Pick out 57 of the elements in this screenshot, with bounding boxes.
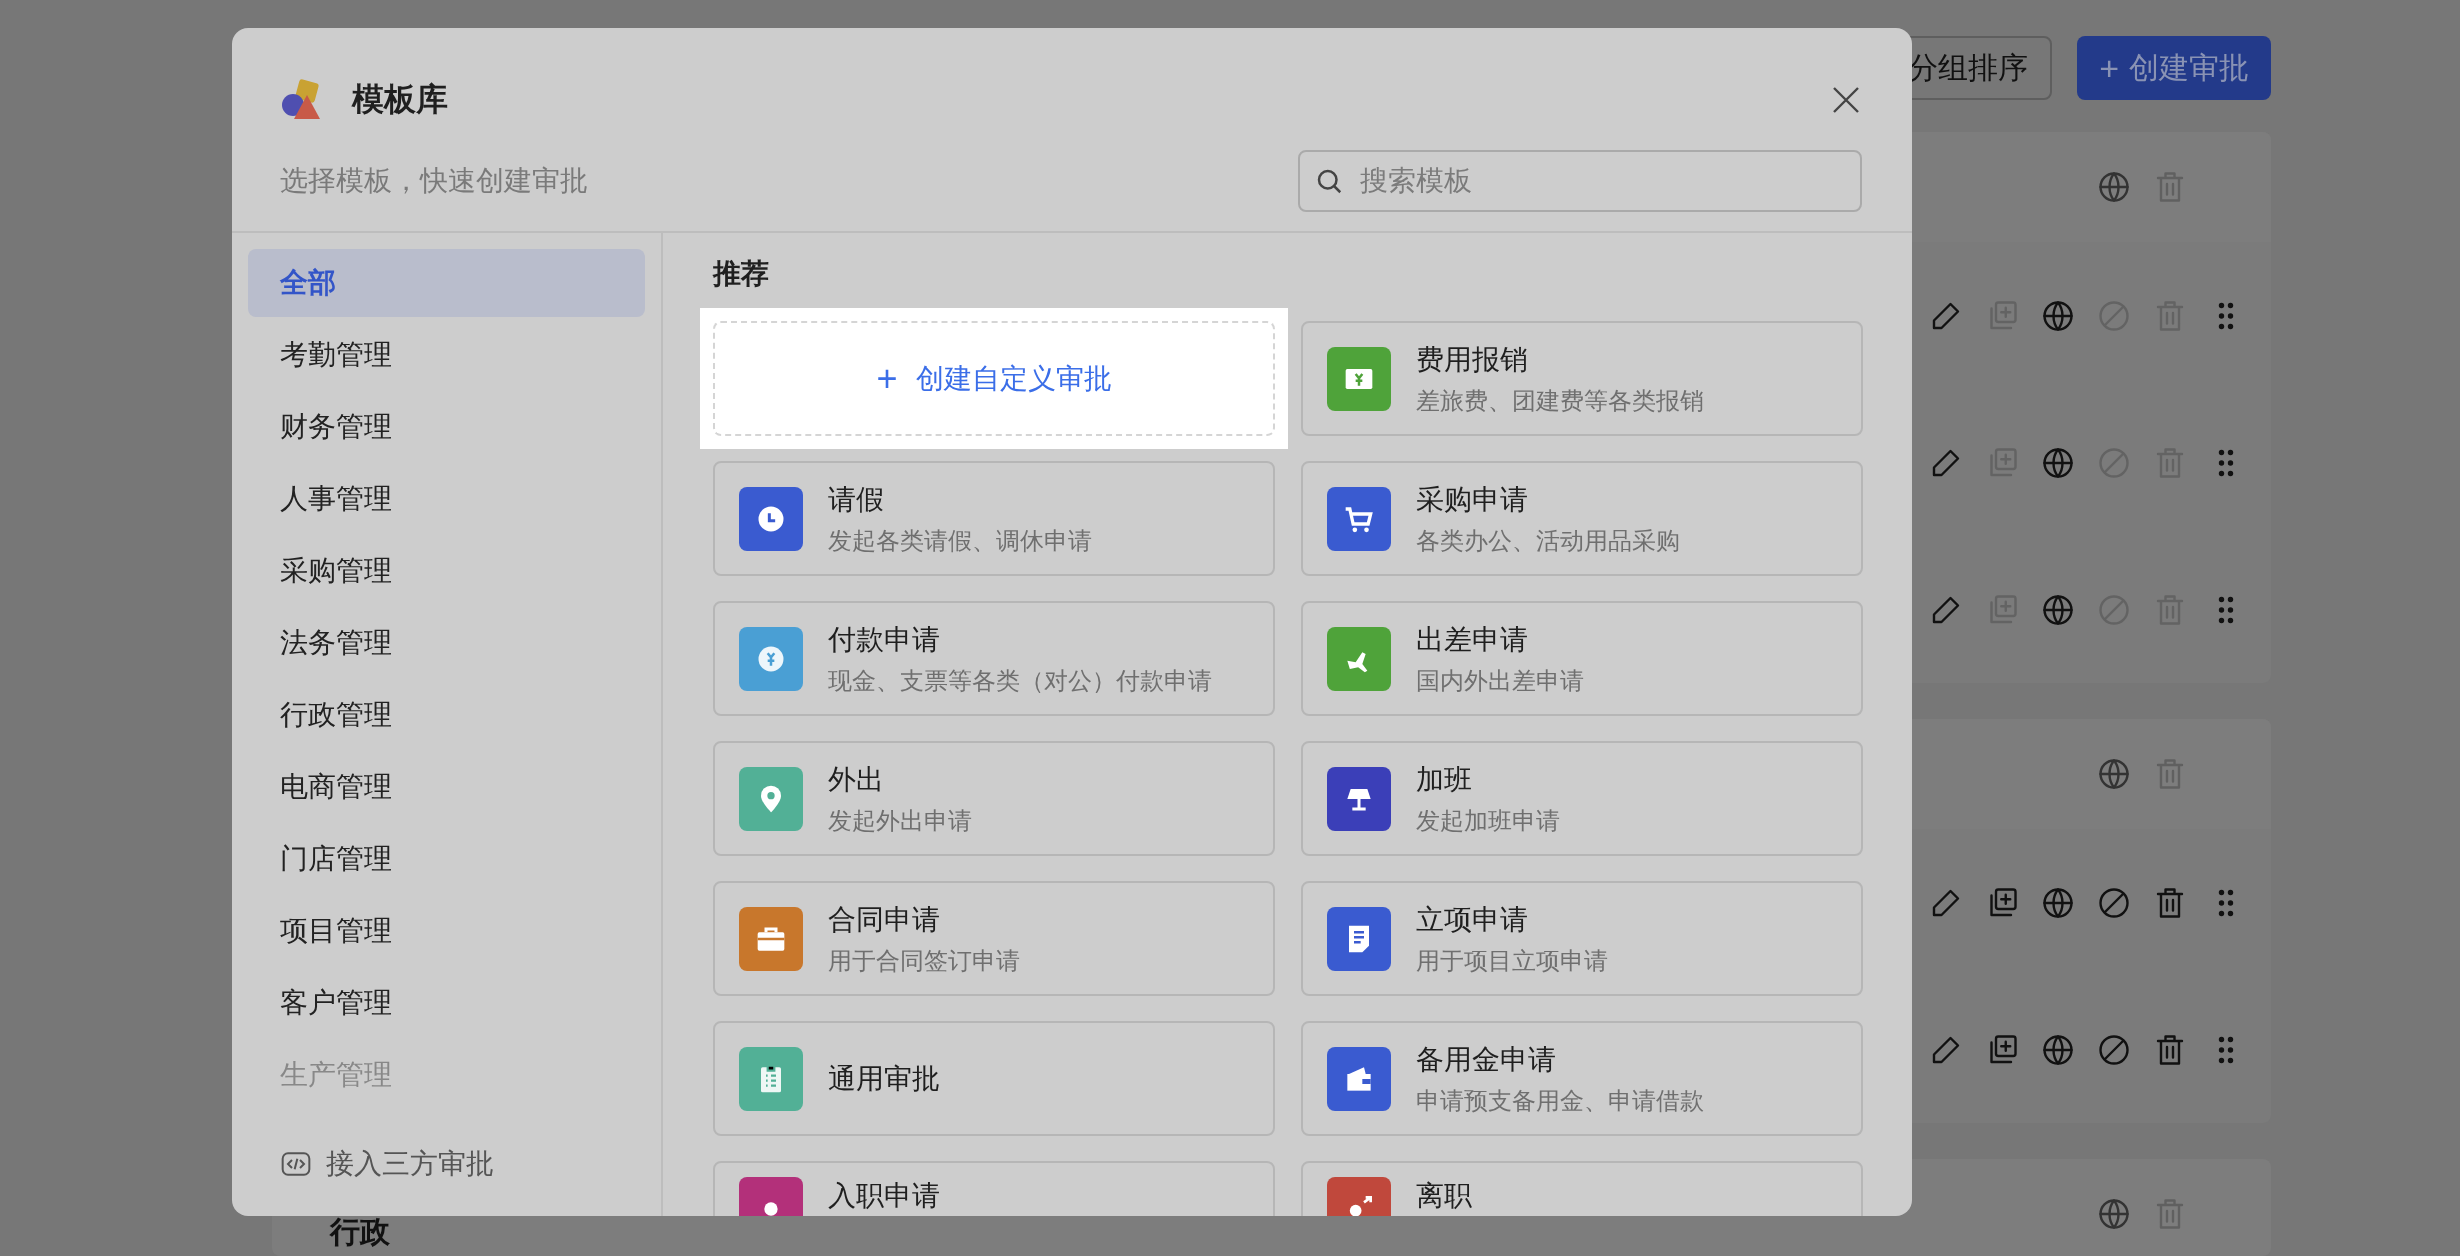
category-item[interactable]: 财务管理	[248, 393, 645, 461]
template-description: 申请预支备用金、申请借款	[1416, 1085, 1704, 1116]
template-card[interactable]: 加班 发起加班申请	[1301, 741, 1863, 856]
section-title: 推荐	[713, 257, 770, 291]
third-party-link[interactable]: 接入三方审批	[248, 1134, 645, 1194]
create-template-card[interactable]: + 创建自定义审批	[713, 321, 1275, 436]
category-item[interactable]: 电商管理	[248, 753, 645, 821]
template-title: 加班	[1416, 762, 1473, 797]
template-card[interactable]: 付款申请 现金、支票等各类（对公）付款申请	[713, 601, 1275, 716]
template-card[interactable]: 请假 发起各类请假、调休申请	[713, 461, 1275, 576]
template-description: 发起加班申请	[1416, 805, 1560, 836]
template-title: 外出	[828, 762, 885, 797]
globe-icon[interactable]	[2096, 1196, 2132, 1232]
category-item[interactable]: 采购管理	[248, 537, 645, 605]
template-title: 立项申请	[1416, 902, 1529, 937]
template-description: 各类办公、活动用品采购	[1416, 525, 1680, 556]
template-card[interactable]: 通用审批	[713, 1021, 1275, 1136]
globe-icon[interactable]	[2096, 169, 2132, 205]
template-title: 请假	[828, 482, 885, 517]
template-card[interactable]: 立项申请 用于项目立项申请	[1301, 881, 1863, 996]
template-title: 出差申请	[1416, 622, 1529, 657]
globe-icon[interactable]	[2096, 756, 2132, 792]
template-title: 离职	[1416, 1179, 1472, 1213]
category-item[interactable]: 法务管理	[248, 609, 645, 677]
template-title: 采购申请	[1416, 482, 1529, 517]
third-party-label[interactable]: 接入三方审批	[326, 1145, 494, 1183]
category-item[interactable]: 门店管理	[248, 825, 645, 893]
template-title: 付款申请	[828, 622, 941, 657]
template-title: 费用报销	[1416, 342, 1529, 377]
template-description: 用于合同签订申请	[828, 945, 1020, 976]
template-title: 通用审批	[828, 1061, 940, 1096]
category-item[interactable]: 行政管理	[248, 681, 645, 749]
modal-subtitle: 选择模板，快速创建审批	[280, 164, 588, 198]
template-title: 备用金申请	[1416, 1042, 1557, 1077]
template-title: 合同申请	[828, 902, 941, 937]
search-field[interactable]: 搜索模板	[1298, 150, 1862, 212]
template-card[interactable]: 费用报销 差旅费、团建费等各类报销	[1301, 321, 1863, 436]
template-description: 现金、支票等各类（对公）付款申请	[828, 665, 1212, 696]
category-item[interactable]: 人事管理	[248, 465, 645, 533]
template-description: 用于项目立项申请	[1416, 945, 1608, 976]
template-card[interactable]: 备用金申请 申请预支备用金、申请借款	[1301, 1021, 1863, 1136]
modal-title: 模板库	[352, 80, 448, 119]
category-item[interactable]: 项目管理	[248, 897, 645, 965]
template-title: 入职申请	[828, 1179, 940, 1213]
template-card[interactable]: 合同申请 用于合同签订申请	[713, 881, 1275, 996]
template-card[interactable]: 入职申请	[713, 1161, 1275, 1216]
category-item[interactable]: 客户管理	[248, 969, 645, 1037]
template-description: 差旅费、团建费等各类报销	[1416, 385, 1704, 416]
group-title: 行政	[330, 1213, 390, 1250]
template-description: 发起各类请假、调休申请	[828, 525, 1092, 556]
template-card[interactable]: 采购申请 各类办公、活动用品采购	[1301, 461, 1863, 576]
template-card[interactable]: 离职	[1301, 1161, 1863, 1216]
template-description: 发起外出申请	[828, 805, 972, 836]
template-description: 国内外出差申请	[1416, 665, 1584, 696]
template-card[interactable]: 出差申请 国内外出差申请	[1301, 601, 1863, 716]
template-card[interactable]: 外出 发起外出申请	[713, 741, 1275, 856]
category-item[interactable]: 考勤管理	[248, 321, 645, 389]
